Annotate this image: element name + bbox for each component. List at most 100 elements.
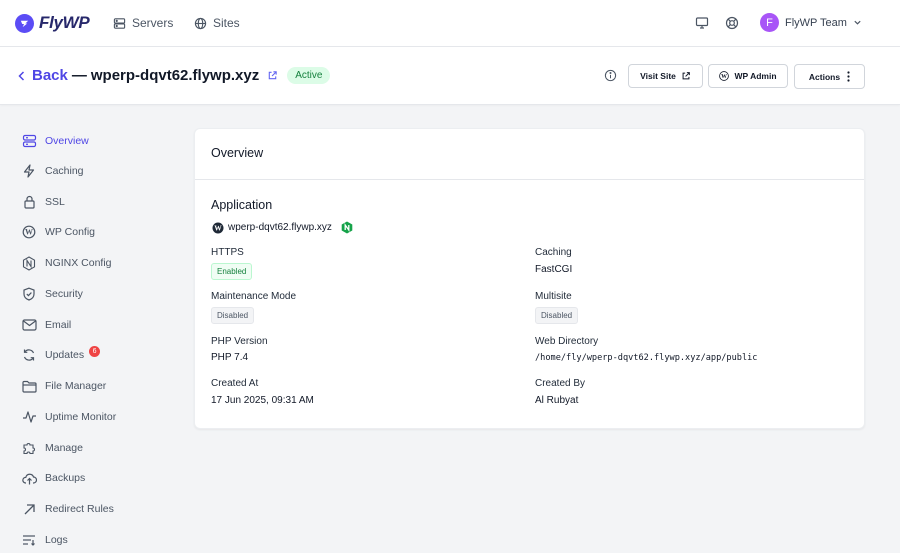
updates-count-badge: 6	[89, 345, 101, 357]
top-navigation: FlyWP Servers Sites F FlyWP Team	[0, 0, 900, 47]
application-domain: W wperp-dqvt62.flywp.xyz	[212, 221, 353, 234]
maintenance-mode-label: Maintenance Mode	[211, 291, 297, 302]
monitor-icon[interactable]	[695, 16, 709, 30]
arrow-up-right-icon	[20, 503, 38, 516]
sidebar-item-label: Caching	[45, 165, 84, 177]
actions-label: Actions	[808, 71, 841, 82]
sidebar-item-logs[interactable]: Logs	[20, 531, 68, 549]
flywp-logo-icon	[15, 13, 34, 33]
status-badge: Active	[287, 67, 331, 84]
back-link[interactable]: Back	[17, 67, 68, 84]
refresh-icon	[20, 348, 38, 362]
sidebar-item-label: Logs	[45, 534, 68, 546]
sidebar-item-email[interactable]: Email	[20, 316, 71, 334]
nav-servers-label: Servers	[132, 16, 174, 30]
sidebar-item-label: Overview	[45, 135, 89, 147]
sidebar-item-label: Manage	[45, 442, 83, 454]
created-at-value: 17 Jun 2025, 09:31 AM	[211, 395, 314, 406]
sidebar-item-label: Email	[45, 319, 72, 331]
brand-name: FlyWP	[39, 13, 90, 32]
team-switcher[interactable]: F FlyWP Team	[760, 13, 862, 32]
actions-button[interactable]: Actions	[794, 64, 865, 89]
external-link-icon	[682, 72, 690, 80]
php-version-value: PHP 7.4	[211, 352, 249, 363]
server-icon	[113, 17, 126, 30]
web-directory-label: Web Directory	[535, 336, 599, 347]
visit-site-button[interactable]: Visit Site	[628, 64, 703, 88]
brand-logo[interactable]: FlyWP	[15, 13, 90, 33]
sidebar-item-security[interactable]: Security	[20, 285, 83, 303]
title-separator: —	[71, 67, 87, 84]
puzzle-icon	[20, 441, 38, 455]
sidebar-item-caching[interactable]: Caching	[20, 162, 84, 180]
chevron-down-icon	[853, 18, 862, 27]
wordpress-icon: W	[719, 71, 730, 81]
svg-text:W: W	[25, 228, 33, 237]
maintenance-status-badge: Disabled	[211, 307, 255, 324]
svg-text:W: W	[722, 74, 728, 80]
support-icon[interactable]	[725, 16, 739, 30]
chevron-left-icon	[18, 70, 25, 81]
multisite-label: Multisite	[535, 291, 572, 302]
overview-card: Overview Application W wperp-dqvt62.flyw…	[194, 128, 865, 429]
created-by-label: Created By	[535, 378, 586, 389]
envelope-icon	[20, 319, 38, 331]
nav-sites-label: Sites	[213, 16, 240, 30]
sidebar-item-file-manager[interactable]: File Manager	[20, 377, 106, 395]
https-label: HTTPS	[211, 247, 244, 258]
lock-icon	[20, 195, 38, 209]
folder-icon	[20, 380, 38, 393]
sidebar-item-manage[interactable]: Manage	[20, 439, 83, 457]
sidebar-item-overview[interactable]: Overview	[20, 132, 89, 150]
info-icon[interactable]	[604, 69, 617, 82]
created-at-label: Created At	[211, 378, 259, 389]
sidebar-item-wp-config[interactable]: W WP Config	[20, 223, 95, 241]
sidebar-item-label: Backups	[45, 472, 86, 484]
application-domain-text: wperp-dqvt62.flywp.xyz	[228, 222, 332, 233]
multisite-status-badge: Disabled	[535, 307, 579, 324]
sidebar-item-label: File Manager	[45, 380, 107, 392]
nginx-icon	[341, 221, 353, 234]
sidebar-item-ssl[interactable]: SSL	[20, 193, 65, 211]
sidebar-item-backups[interactable]: Backups	[20, 469, 85, 487]
sidebar-item-label: Security	[45, 288, 83, 300]
created-by-value: Al Rubyat	[535, 395, 579, 406]
wordpress-icon: W	[20, 225, 38, 239]
avatar: F	[760, 13, 779, 32]
sidebar-item-redirect-rules[interactable]: Redirect Rules	[20, 500, 114, 518]
web-directory-value: /home/fly/wperp-dqvt62.flywp.xyz/app/pub…	[535, 353, 758, 363]
sidebar-item-label: Updates	[45, 349, 85, 361]
card-title: Overview	[211, 146, 264, 160]
visit-site-label: Visit Site	[640, 71, 676, 81]
php-version-label: PHP Version	[211, 336, 268, 347]
nav-servers[interactable]: Servers	[113, 16, 173, 30]
sidebar-item-label: Uptime Monitor	[45, 411, 117, 423]
sidebar-item-updates[interactable]: Updates 6	[20, 345, 101, 364]
caching-label: Caching	[535, 247, 572, 258]
svg-text:W: W	[214, 223, 222, 232]
bolt-icon	[20, 164, 38, 178]
wp-admin-button[interactable]: W WP Admin	[708, 64, 788, 88]
sidebar-item-nginx-config[interactable]: NGINX Config	[20, 254, 112, 272]
nginx-icon	[20, 255, 38, 271]
sidebar-item-uptime-monitor[interactable]: Uptime Monitor	[20, 408, 116, 426]
sidebar-item-label: NGINX Config	[45, 257, 112, 269]
server-stack-icon	[20, 134, 38, 148]
wp-admin-label: WP Admin	[734, 71, 777, 81]
back-label: Back	[32, 67, 68, 84]
external-link-icon[interactable]	[267, 70, 278, 81]
application-heading: Application	[211, 198, 273, 212]
pulse-icon	[20, 410, 38, 424]
sidebar-item-label: WP Config	[45, 226, 95, 238]
globe-icon	[194, 17, 207, 30]
caching-value: FastCGI	[535, 264, 573, 275]
sidebar-item-label: Redirect Rules	[45, 503, 114, 515]
site-header: Back — wperp-dqvt62.flywp.xyz Active Vis…	[0, 47, 900, 105]
nav-sites[interactable]: Sites	[194, 16, 240, 30]
breadcrumb: Back — wperp-dqvt62.flywp.xyz Active	[17, 67, 331, 84]
sidebar-item-label: SSL	[45, 196, 65, 208]
more-vertical-icon	[847, 71, 850, 82]
list-filter-icon	[20, 534, 38, 546]
card-divider	[195, 179, 864, 180]
page-title: wperp-dqvt62.flywp.xyz	[90, 67, 260, 84]
